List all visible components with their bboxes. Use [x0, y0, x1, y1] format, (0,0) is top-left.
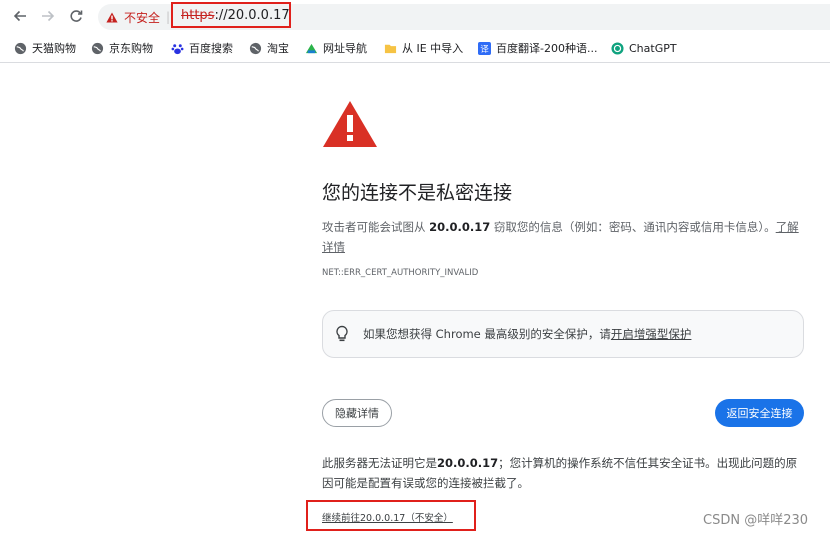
bookmark-label: 从 IE 中导入: [402, 42, 464, 55]
bookmark-label: 京东购物: [109, 42, 153, 55]
desc-text: 攻击者可能会试图从: [322, 220, 430, 234]
warning-triangle-icon: [106, 12, 118, 22]
arrow-left-icon: [13, 10, 26, 22]
page-title: 您的连接不是私密连接: [322, 182, 513, 204]
bookmark-baidu-translate[interactable]: 译 百度翻译-200种语...: [478, 39, 597, 57]
translate-icon: 译: [478, 41, 491, 55]
details-host: 20.0.0.17: [437, 456, 499, 470]
bookmark-jd[interactable]: 京东购物: [91, 39, 153, 57]
svg-text:译: 译: [480, 43, 489, 53]
bookmark-hao123[interactable]: 网址导航: [305, 39, 367, 57]
watermark: CSDN @咩咩230: [703, 513, 809, 528]
bookmark-label: 网址导航: [323, 42, 367, 55]
forward-button[interactable]: [38, 6, 58, 26]
hide-details-button[interactable]: 隐藏详情: [322, 399, 392, 427]
browser-toolbar: 不安全 | https://20.0.0.17: [0, 0, 830, 34]
warning-triangle-icon: [323, 101, 377, 147]
arrow-right-icon: [42, 10, 55, 22]
lightbulb-icon: [336, 325, 348, 342]
folder-icon: [384, 44, 397, 53]
url-host: ://20.0.0.17: [214, 7, 290, 23]
proceed-unsafe-link[interactable]: 继续前往20.0.0.17（不安全）: [322, 510, 453, 524]
url-scheme: https: [181, 7, 215, 23]
desc-host: 20.0.0.17: [429, 220, 491, 234]
enable-enhanced-protection-link[interactable]: 开启增强型保护: [611, 327, 692, 341]
bookmark-chatgpt[interactable]: ChatGPT: [611, 39, 677, 57]
reload-button[interactable]: [66, 6, 86, 26]
details-explanation: 此服务器无法证明它是20.0.0.17；您计算机的操作系统不信任其安全证书。出现…: [322, 453, 806, 493]
security-label: 不安全: [124, 10, 161, 25]
bookmark-tmall[interactable]: 天猫购物: [14, 39, 76, 57]
bookmark-baidu[interactable]: 百度搜索: [171, 39, 233, 57]
security-divider: |: [166, 10, 171, 24]
baidu-paw-icon: [171, 43, 184, 54]
enhanced-protection-text: 如果您想获得 Chrome 最高级别的安全保护，请开启增强型保护: [363, 326, 691, 342]
back-button[interactable]: [10, 6, 30, 26]
desc-text: 窃取您的信息（例如：密码、通讯内容或信用卡信息）。: [490, 220, 776, 234]
back-to-safety-button[interactable]: 返回安全连接: [715, 399, 804, 427]
globe-icon: [249, 42, 262, 54]
security-chip[interactable]: 不安全 |: [106, 8, 170, 26]
bookmark-label: 淘宝: [267, 42, 289, 55]
bookmark-ie-import[interactable]: 从 IE 中导入: [384, 39, 463, 57]
bookmark-taobao[interactable]: 淘宝: [249, 39, 289, 57]
globe-icon: [14, 42, 27, 54]
enhanced-text: 如果您想获得 Chrome 最高级别的安全保护，请: [363, 327, 611, 341]
bookmarks-bar: 天猫购物 京东购物 百度搜索 淘宝 网址导航 从 IE 中导入 译 百度翻译-2…: [0, 34, 830, 63]
bookmark-label: ChatGPT: [629, 41, 677, 55]
chatgpt-icon: [611, 41, 624, 55]
bookmark-label: 百度翻译-200种语...: [496, 42, 598, 55]
enhanced-protection-banner: 如果您想获得 Chrome 最高级别的安全保护，请开启增强型保护: [322, 310, 804, 358]
hao123-icon: [305, 43, 318, 53]
error-code: NET::ERR_CERT_AUTHORITY_INVALID: [322, 268, 479, 278]
warning-description: 攻击者可能会试图从 20.0.0.17 窃取您的信息（例如：密码、通讯内容或信用…: [322, 217, 806, 257]
bookmark-label: 天猫购物: [32, 42, 76, 55]
globe-icon: [91, 42, 104, 54]
bookmark-label: 百度搜索: [189, 42, 233, 55]
reload-icon: [70, 10, 83, 22]
url-text[interactable]: https://20.0.0.17: [171, 2, 291, 28]
details-text: 此服务器无法证明它是: [322, 456, 437, 470]
